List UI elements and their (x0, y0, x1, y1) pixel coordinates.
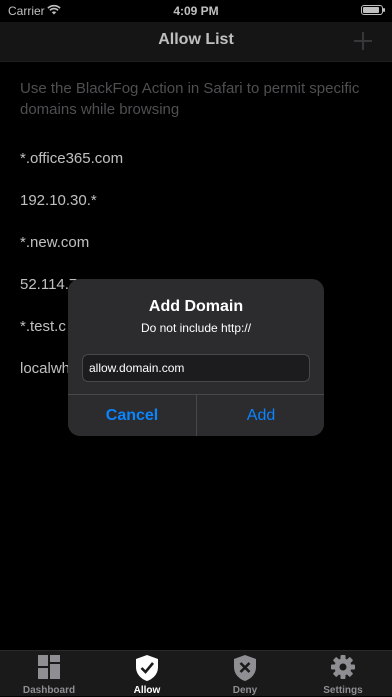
tab-label: Allow (133, 685, 161, 696)
cancel-button[interactable]: Cancel (68, 395, 196, 436)
tab-allow[interactable]: Allow (98, 651, 196, 697)
shield-check-icon (136, 655, 158, 681)
dashboard-icon (38, 655, 60, 679)
tab-label: Settings (323, 685, 363, 696)
add-button[interactable]: Add (197, 395, 324, 436)
tab-label: Dashboard (22, 685, 76, 696)
gear-icon (331, 655, 355, 679)
shield-x-icon (234, 655, 256, 681)
tab-deny[interactable]: Deny (196, 651, 294, 697)
tab-dashboard[interactable]: Dashboard (0, 651, 98, 697)
add-domain-dialog: Add Domain Do not include http:// Cancel… (68, 279, 324, 436)
dialog-title: Add Domain (148, 298, 244, 315)
tab-bar: Dashboard Allow Deny Settings (0, 650, 392, 696)
dialog-message: Do not include http:// (140, 321, 252, 335)
tab-settings[interactable]: Settings (294, 651, 392, 697)
tab-label: Deny (232, 685, 258, 696)
domain-input[interactable] (82, 354, 310, 382)
